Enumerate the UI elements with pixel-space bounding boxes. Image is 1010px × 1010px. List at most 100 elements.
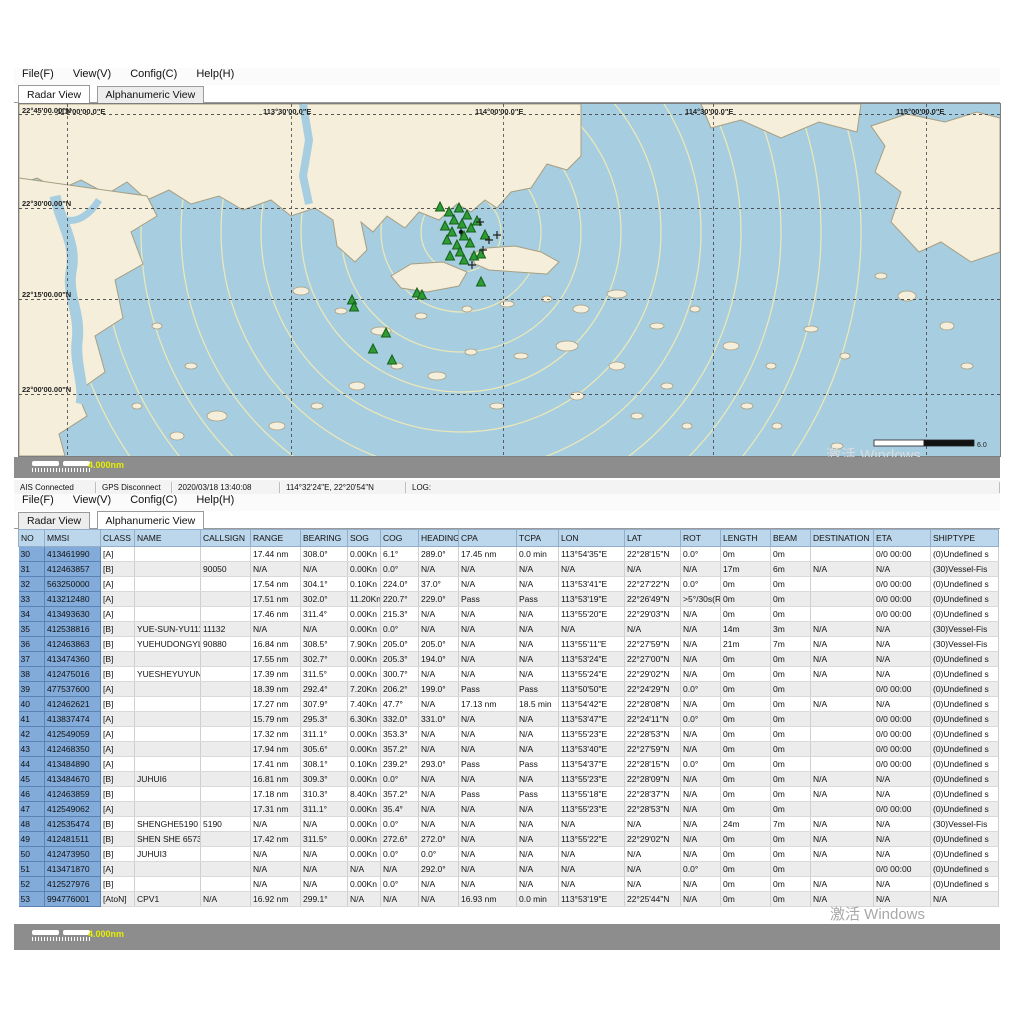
table-cell: 0.00Kn	[347, 666, 381, 682]
table-row[interactable]: 38 412475016 [B] YUESHEYUYUN 17.39 nm 311.5° 0…	[18, 666, 999, 682]
table-row[interactable]: 34 413493630 [A] 17.46 nm 311.4° 0.00Kn 215.3°…	[18, 606, 999, 622]
column-header[interactable]: MMSI	[44, 529, 101, 547]
table-row[interactable]: 51 413471870 [A] N/A N/A N/A N/A 292.0° N/A N/A N/…	[18, 861, 999, 877]
column-header[interactable]: NO	[18, 529, 45, 547]
table-row[interactable]: 46 412463859 [B] 17.18 nm 310.3° 8.40Kn 357.2°…	[18, 786, 999, 802]
table-cell: 0m	[720, 876, 771, 892]
table-row[interactable]: 36 412463863 [B] YUEHUDONGYL 90880 16.84 nm 30…	[18, 636, 999, 652]
column-header[interactable]: CLASS	[100, 529, 135, 547]
table-cell: 5190	[200, 816, 251, 832]
column-header[interactable]: NAME	[134, 529, 201, 547]
column-header[interactable]: RANGE	[250, 529, 301, 547]
column-header[interactable]: ETA	[873, 529, 931, 547]
table-cell: N/A	[680, 606, 721, 622]
nautical-chart[interactable]: 6.0 22°45'00.00"N 22°30'00.00"N 22°15'00…	[18, 103, 1001, 457]
table-cell: 311.1°	[300, 801, 348, 817]
column-header[interactable]: BEARING	[300, 529, 348, 547]
table-cell: [B]	[100, 561, 135, 577]
column-header[interactable]: TCPA	[516, 529, 559, 547]
table-cell: [B]	[100, 786, 135, 802]
table-row[interactable]: 49 412481511 [B] SHEN SHE 6573 17.42 nm 311.5…	[18, 831, 999, 847]
column-header[interactable]: CPA	[458, 529, 517, 547]
table-row[interactable]: 47 412549062 [A] 17.31 nm 311.1° 0.00Kn 35.4° N…	[18, 801, 999, 817]
table-row[interactable]: 41 413837474 [A] 15.79 nm 295.3° 6.30Kn 332.0°…	[18, 711, 999, 727]
table-row[interactable]: 40 412462621 [B] 17.27 nm 307.9° 7.40Kn 47.7° N…	[18, 696, 999, 712]
table-row[interactable]: 35 412538816 [B] YUE-SUN-YU111 11132 N/A N/A 0.…	[18, 621, 999, 637]
table-cell: 0m	[720, 846, 771, 862]
column-header[interactable]: LAT	[624, 529, 681, 547]
table-cell: 215.3°	[380, 606, 419, 622]
menu-config[interactable]: Config(C)	[130, 494, 177, 506]
lon-label: 115°00'00.0"E	[896, 107, 945, 116]
table-cell: 302.0°	[300, 591, 348, 607]
table-cell: 0m	[770, 846, 811, 862]
table-cell: 0m	[770, 666, 811, 682]
table-row[interactable]: 32 563250000 [A] 17.54 nm 304.1° 0.10Kn 224.0°…	[18, 576, 999, 592]
column-header[interactable]: SHIPTYPE	[930, 529, 999, 547]
table-row[interactable]: 50 412473950 [B] JUHUI3 N/A N/A 0.00Kn 0.0° 0.0°…	[18, 846, 999, 862]
table-cell: N/A	[300, 621, 348, 637]
table-row[interactable]: 53 994776001 [AtoN] CPV1 N/A 16.92 nm 299.1° N/…	[18, 891, 999, 907]
tab-radar-view[interactable]: Radar View	[18, 512, 91, 529]
table-cell: 17.32 nm	[250, 726, 301, 742]
table-cell: N/A	[458, 726, 517, 742]
menu-help[interactable]: Help(H)	[196, 68, 234, 80]
table-row[interactable]: 48 412535474 [B] SHENGHE5190 5190 N/A N/A 0.00K…	[18, 816, 999, 832]
tab-radar-view[interactable]: Radar View	[18, 85, 91, 104]
column-header[interactable]: HEADING	[418, 529, 459, 547]
menu-file[interactable]: File(F)	[22, 68, 54, 80]
range-slider-handle[interactable]	[63, 930, 90, 935]
tab-alphanumeric-view[interactable]: Alphanumeric View	[96, 511, 205, 530]
table-cell: 305.6°	[300, 741, 348, 757]
range-slider-handle[interactable]	[32, 461, 59, 466]
column-header[interactable]: DESTINATION	[810, 529, 874, 547]
tab-alphanumeric-view[interactable]: Alphanumeric View	[96, 86, 205, 103]
menu-view[interactable]: View(V)	[73, 494, 111, 506]
menu-view[interactable]: View(V)	[73, 68, 111, 80]
table-cell: 412463859	[44, 786, 101, 802]
column-header[interactable]: CALLSIGN	[200, 529, 251, 547]
table-cell: 113°53'19"E	[558, 591, 625, 607]
table-cell: 0m	[720, 771, 771, 787]
column-header[interactable]: ROT	[680, 529, 721, 547]
table-cell: N/A	[300, 861, 348, 877]
table-row[interactable]: 37 413474360 [B] 17.55 nm 302.7° 0.00Kn 205.3°…	[18, 651, 999, 667]
table-cell: 113°50'50"E	[558, 681, 625, 697]
range-slider-handle[interactable]	[63, 461, 90, 466]
column-header[interactable]: SOG	[347, 529, 381, 547]
range-slider-handle[interactable]	[32, 930, 59, 935]
table-row[interactable]: 39 477537600 [A] 18.39 nm 292.4° 7.20Kn 206.2°…	[18, 681, 999, 697]
column-header[interactable]: COG	[380, 529, 419, 547]
table-cell: 0m	[720, 666, 771, 682]
table-cell: N/A	[680, 636, 721, 652]
menu-config[interactable]: Config(C)	[130, 68, 177, 80]
table-cell: N/A	[418, 801, 459, 817]
table-cell: 353.3°	[380, 726, 419, 742]
table-row[interactable]: 52 412527976 [B] N/A N/A 0.00Kn 0.0° N/A N/A N/A N…	[18, 876, 999, 892]
table-cell: 48	[18, 816, 45, 832]
table-cell: (0)Undefined s	[930, 666, 999, 682]
table-cell	[134, 801, 201, 817]
table-cell: 357.2°	[380, 741, 419, 757]
table-row[interactable]: 45 413484670 [B] JUHUI6 16.81 nm 309.3° 0.00Kn…	[18, 771, 999, 787]
table-cell: 113°55'18"E	[558, 786, 625, 802]
table-cell: 0.00Kn	[347, 561, 381, 577]
table-cell: 22°25'44"N	[624, 891, 681, 907]
column-header[interactable]: BEAM	[770, 529, 811, 547]
table-cell: 412549062	[44, 801, 101, 817]
table-row[interactable]: 30 413461990 [A] 17.44 nm 308.0° 0.00Kn 6.1° 28…	[18, 546, 999, 562]
column-header[interactable]: LON	[558, 529, 625, 547]
table-cell: 0/0 00:00	[873, 756, 931, 772]
menu-help[interactable]: Help(H)	[196, 494, 234, 506]
table-row[interactable]: 43 412468350 [A] 17.94 nm 305.6° 0.00Kn 357.2°…	[18, 741, 999, 757]
table-cell: N/A	[680, 771, 721, 787]
table-cell: 0/0 00:00	[873, 801, 931, 817]
table-row[interactable]: 44 413484890 [A] 17.41 nm 308.1° 0.10Kn 239.2°…	[18, 756, 999, 772]
table-row[interactable]: 33 413212480 [A] 17.51 nm 302.0° 11.20Kn 220.7…	[18, 591, 999, 607]
column-header[interactable]: LENGTH	[720, 529, 771, 547]
table-cell	[810, 591, 874, 607]
table-cell: N/A	[558, 876, 625, 892]
table-row[interactable]: 42 412549059 [A] 17.32 nm 311.1° 0.00Kn 353.3°…	[18, 726, 999, 742]
menu-file[interactable]: File(F)	[22, 494, 54, 506]
table-row[interactable]: 31 412463857 [B] 90050 N/A N/A 0.00Kn 0.0° N/A N/…	[18, 561, 999, 577]
